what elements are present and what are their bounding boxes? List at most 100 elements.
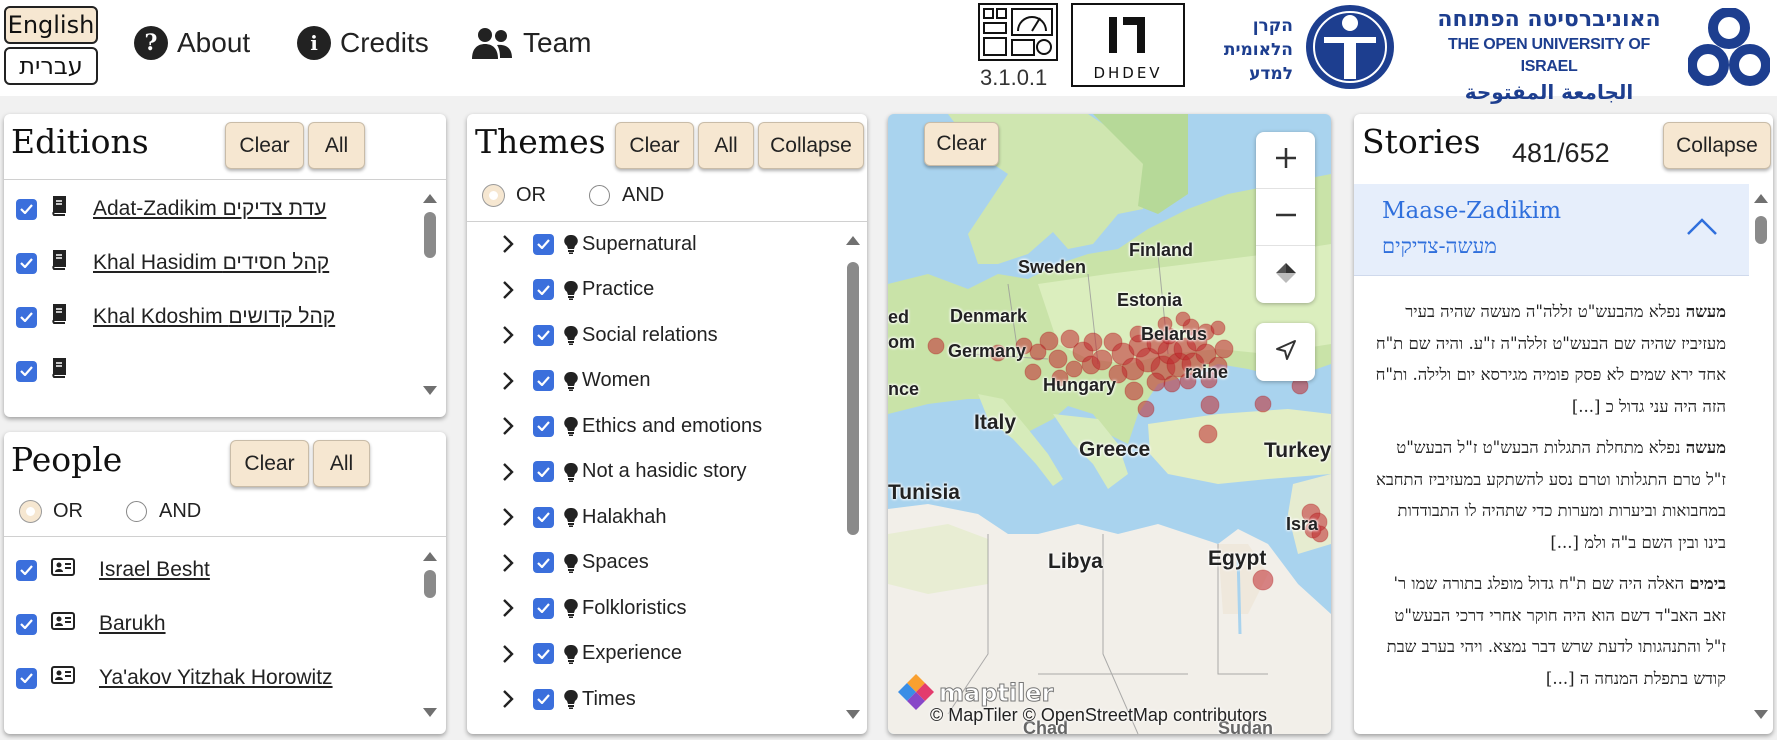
editions-clear-button[interactable]: Clear — [225, 122, 304, 169]
zoom-out-button[interactable] — [1256, 189, 1315, 246]
themes-scrollbar[interactable] — [845, 232, 861, 730]
chevron-right-icon[interactable] — [497, 371, 519, 391]
themes-collapse-button[interactable]: Collapse — [758, 122, 864, 169]
checkbox-checked-icon[interactable] — [16, 306, 37, 328]
story-entry[interactable]: בימים האלה היה שם ת"ח גדול מופלג בתורה ש… — [1374, 568, 1726, 692]
theme-item[interactable]: Women — [497, 361, 651, 401]
edition-item[interactable]: Adat-Zadikim עדת צדיקים — [16, 196, 326, 222]
stories-collapse-button[interactable]: Collapse — [1663, 122, 1771, 169]
checkbox-checked-icon[interactable] — [533, 688, 554, 710]
scrollbar-thumb[interactable] — [424, 570, 436, 598]
checkbox-checked-icon[interactable] — [533, 643, 554, 664]
scroll-up-arrow-icon[interactable] — [423, 552, 437, 561]
scroll-up-arrow-icon[interactable] — [423, 194, 437, 203]
scroll-down-arrow-icon[interactable] — [1754, 710, 1768, 719]
editions-all-button[interactable]: All — [308, 122, 365, 169]
scrollbar-thumb[interactable] — [424, 212, 436, 258]
checkbox-checked-icon[interactable] — [533, 461, 554, 482]
english-language-button[interactable]: English — [4, 6, 98, 44]
radio-unselected-icon[interactable] — [126, 501, 147, 522]
checkbox-checked-icon[interactable] — [16, 559, 37, 581]
chevron-right-icon[interactable] — [497, 462, 519, 482]
person-item[interactable]: Ya'akov Yitzhak Horowitz — [16, 666, 333, 690]
checkbox-checked-icon[interactable] — [533, 370, 554, 391]
radio-selected-icon[interactable] — [20, 501, 41, 522]
checkbox-checked-icon[interactable] — [16, 252, 37, 274]
chevron-right-icon[interactable] — [497, 598, 519, 618]
checkbox-checked-icon[interactable] — [533, 279, 554, 300]
chevron-right-icon[interactable] — [497, 689, 519, 709]
edition-item[interactable]: Khal Kdoshim קהל קדושים — [16, 304, 335, 330]
chevron-right-icon[interactable] — [497, 234, 519, 254]
people-or-radio[interactable]: OR — [20, 500, 83, 523]
theme-item[interactable]: Times — [497, 679, 636, 719]
theme-item[interactable]: Not a hasidic story — [497, 452, 747, 492]
story-entry[interactable]: מעשה נפלא מתחלת התגלות הבעש"ט ז"ל הבעש"ט… — [1374, 432, 1726, 558]
people-all-button[interactable]: All — [313, 440, 370, 487]
chevron-up-icon[interactable] — [1686, 216, 1718, 240]
theme-item[interactable]: Folkloristics — [497, 588, 686, 628]
story-entry[interactable]: מעשה נפלא מהבעש"ט זללה"ה מעשה שהיה בעיר … — [1374, 296, 1726, 422]
person-label[interactable]: Barukh — [99, 612, 166, 636]
theme-item[interactable]: Supernatural — [497, 224, 697, 264]
theme-item[interactable]: Practice — [497, 270, 654, 310]
people-and-radio[interactable]: AND — [126, 500, 201, 523]
map-attribution[interactable]: © MapTiler © OpenStreetMap contributors — [930, 705, 1267, 726]
theme-item[interactable]: Ethics and emotions — [497, 406, 762, 446]
nav-about-link[interactable]: ? About — [133, 22, 250, 64]
theme-item[interactable]: Experience — [497, 634, 682, 674]
people-scrollbar[interactable] — [422, 548, 438, 728]
theme-item[interactable]: Social relations — [497, 315, 718, 355]
person-item[interactable]: Israel Besht — [16, 558, 210, 582]
checkbox-checked-icon[interactable] — [16, 360, 37, 382]
theme-item[interactable]: Spaces — [497, 543, 649, 583]
person-label[interactable]: Israel Besht — [99, 558, 210, 582]
zoom-in-button[interactable] — [1256, 132, 1315, 189]
person-label[interactable]: Ya'akov Yitzhak Horowitz — [99, 666, 333, 690]
scroll-down-arrow-icon[interactable] — [423, 708, 437, 717]
scroll-down-arrow-icon[interactable] — [423, 386, 437, 395]
scroll-up-arrow-icon[interactable] — [1754, 194, 1768, 203]
chevron-right-icon[interactable] — [497, 553, 519, 573]
edition-label[interactable]: Adat-Zadikim עדת צדיקים — [93, 197, 326, 221]
chevron-right-icon[interactable] — [497, 644, 519, 664]
chevron-right-icon[interactable] — [497, 280, 519, 300]
geolocate-button[interactable] — [1256, 323, 1315, 380]
theme-item[interactable]: Halakhah — [497, 497, 667, 537]
person-item[interactable]: Barukh — [16, 612, 166, 636]
themes-all-button[interactable]: All — [698, 122, 754, 169]
radio-selected-icon[interactable] — [483, 185, 504, 206]
story-accordion-header[interactable]: Maase-Zadikim מעשה-צדיקים — [1354, 184, 1749, 276]
themes-clear-button[interactable]: Clear — [615, 122, 694, 169]
checkbox-checked-icon[interactable] — [16, 198, 37, 220]
checkbox-checked-icon[interactable] — [16, 613, 37, 635]
edition-item[interactable] — [16, 358, 93, 384]
edition-label[interactable]: Khal Hasidim קהל חסידים — [93, 251, 329, 275]
themes-and-radio[interactable]: AND — [589, 184, 664, 207]
scrollbar-thumb[interactable] — [1755, 216, 1767, 244]
scroll-up-arrow-icon[interactable] — [846, 236, 860, 245]
checkbox-checked-icon[interactable] — [533, 233, 554, 255]
edition-item[interactable]: Khal Hasidim קהל חסידים — [16, 250, 329, 276]
nav-team-link[interactable]: Team — [469, 22, 591, 64]
radio-unselected-icon[interactable] — [589, 185, 610, 206]
scroll-down-arrow-icon[interactable] — [846, 710, 860, 719]
chevron-right-icon[interactable] — [497, 507, 519, 527]
nav-credits-link[interactable]: i Credits — [296, 22, 429, 64]
checkbox-checked-icon[interactable] — [533, 415, 554, 437]
people-clear-button[interactable]: Clear — [230, 440, 309, 487]
checkbox-checked-icon[interactable] — [533, 552, 554, 573]
stories-scrollbar[interactable] — [1753, 190, 1769, 730]
chevron-right-icon[interactable] — [497, 325, 519, 345]
editions-scrollbar[interactable] — [422, 190, 438, 410]
checkbox-checked-icon[interactable] — [16, 667, 37, 689]
checkbox-checked-icon[interactable] — [533, 324, 554, 346]
chevron-right-icon[interactable] — [497, 416, 519, 436]
compass-button[interactable] — [1256, 246, 1315, 303]
themes-or-radio[interactable]: OR — [483, 184, 546, 207]
map-clear-button[interactable]: Clear — [924, 122, 999, 166]
hebrew-language-button[interactable]: עברית — [4, 47, 98, 85]
checkbox-checked-icon[interactable] — [533, 506, 554, 528]
scrollbar-thumb[interactable] — [847, 262, 859, 535]
checkbox-checked-icon[interactable] — [533, 597, 554, 619]
